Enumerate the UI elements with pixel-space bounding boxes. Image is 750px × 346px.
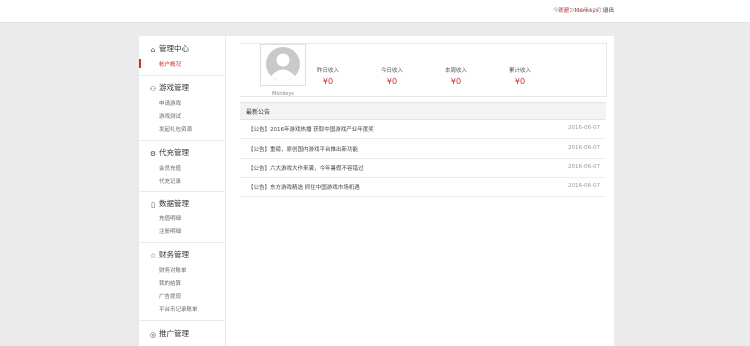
- notices-header: 最新公告: [240, 102, 606, 120]
- divider: [139, 320, 225, 321]
- main-panel: Monkeys 昨日收入 ¥0 今日收入 ¥0 本周收入 ¥0 累计收入 ¥0 …: [226, 36, 614, 346]
- star-icon: ☆: [149, 252, 157, 260]
- top-bar: 今天是2016年12月13日 欢迎：Monkeys 退出: [0, 0, 750, 23]
- sidebar-group-title[interactable]: ⚇ 游戏管理: [149, 82, 189, 93]
- sidebar-item-recharge-detail[interactable]: 充值明细: [159, 214, 181, 222]
- profile-card: Monkeys 昨日收入 ¥0 今日收入 ¥0 本周收入 ¥0 累计收入 ¥0: [240, 43, 607, 97]
- divider: [139, 242, 225, 243]
- divider: [139, 140, 225, 141]
- stat-label: 今日收入: [380, 68, 403, 74]
- list-item[interactable]: 【公告】东方游戏精选 抓住中国游戏市场机遇 2016-06-07: [240, 177, 606, 197]
- sidebar: ⌂ 管理中心 帐户概况 ⚇ 游戏管理 申请游戏 游戏测试 发起礼包资源 ⚙ 代充管理 …: [139, 36, 226, 346]
- list-item[interactable]: 【公告】2016年游戏热播 获取中国游戏产业年度奖 2016-06-07: [240, 119, 606, 139]
- sidebar-item-gift-resources[interactable]: 发起礼包资源: [159, 125, 192, 133]
- stat-value: ¥0: [322, 77, 334, 86]
- document-icon: ▯: [151, 201, 155, 209]
- sidebar-group-title[interactable]: ◎ 推广管理: [149, 328, 189, 339]
- stat-today: 今日收入 ¥0: [370, 66, 414, 86]
- divider: [139, 191, 225, 192]
- notice-title[interactable]: 【公告】重磅，原创国内游戏平台推出新功能: [248, 145, 358, 153]
- stat-week: 本周收入 ¥0: [434, 66, 478, 86]
- sidebar-group-title[interactable]: ⌂ 管理中心: [149, 43, 189, 54]
- gamepad-icon: ⚇: [149, 85, 157, 93]
- gear-icon: ⚙: [149, 150, 157, 158]
- stat-label: 本周收入: [444, 68, 467, 74]
- notice-title[interactable]: 【公告】六大游戏大作来袭，今年暑假不容错过: [248, 164, 364, 172]
- stat-label: 累计收入: [508, 68, 531, 74]
- stat-yesterday: 昨日收入 ¥0: [306, 66, 350, 86]
- notice-date: 2016-06-07: [568, 145, 600, 151]
- notices-title: 最新公告: [246, 109, 271, 116]
- sidebar-item-register-detail[interactable]: 注册明细: [159, 227, 181, 235]
- sidebar-item-account-overview[interactable]: 帐户概况: [159, 60, 181, 68]
- username: Monkeys: [272, 91, 294, 97]
- target-icon: ◎: [149, 331, 157, 339]
- list-item[interactable]: 【公告】重磅，原创国内游戏平台推出新功能 2016-06-07: [240, 139, 606, 159]
- avatar: [260, 44, 306, 86]
- home-icon: ⌂: [150, 46, 156, 54]
- stat-label: 昨日收入: [316, 68, 339, 74]
- logout-link[interactable]: 退出: [603, 6, 614, 14]
- notice-date: 2016-06-07: [568, 183, 600, 189]
- user-link[interactable]: 欢迎：Monkeys: [558, 6, 599, 14]
- sidebar-item-recharge-records[interactable]: 代充记录: [159, 177, 181, 185]
- sidebar-item-game-test[interactable]: 游戏测试: [159, 112, 181, 120]
- sidebar-item-finance-statement[interactable]: 财务对账单: [159, 266, 187, 274]
- sidebar-item-member-recharge[interactable]: 会员充值: [159, 164, 181, 172]
- sidebar-group-title[interactable]: ▯ 数据管理: [149, 198, 189, 209]
- list-item[interactable]: 【公告】六大游戏大作来袭，今年暑假不容错过 2016-06-07: [240, 158, 606, 178]
- stat-value: ¥0: [386, 77, 398, 86]
- sidebar-item-coin-records[interactable]: 平台币记录账单: [159, 305, 198, 313]
- notice-title[interactable]: 【公告】2016年游戏热播 获取中国游戏产业年度奖: [248, 125, 374, 133]
- sidebar-item-apply-game[interactable]: 申请游戏: [159, 99, 181, 107]
- sidebar-item-ad-withdraw[interactable]: 广告提现: [159, 292, 181, 300]
- stat-value: ¥0: [450, 77, 462, 86]
- notice-title[interactable]: 【公告】东方游戏精选 抓住中国游戏市场机遇: [248, 183, 360, 191]
- divider: [139, 75, 225, 76]
- active-indicator: [139, 59, 141, 68]
- sidebar-group-title[interactable]: ⚙ 代充管理: [149, 147, 189, 158]
- sidebar-group-title[interactable]: ☆ 财务管理: [149, 249, 189, 260]
- stat-value: ¥0: [514, 77, 526, 86]
- notice-date: 2016-06-07: [568, 125, 600, 131]
- stat-total: 累计收入 ¥0: [498, 66, 542, 86]
- sidebar-item-my-settlement[interactable]: 我的结算: [159, 279, 181, 287]
- user-avatar-icon: [263, 46, 303, 84]
- notice-date: 2016-06-07: [568, 164, 600, 170]
